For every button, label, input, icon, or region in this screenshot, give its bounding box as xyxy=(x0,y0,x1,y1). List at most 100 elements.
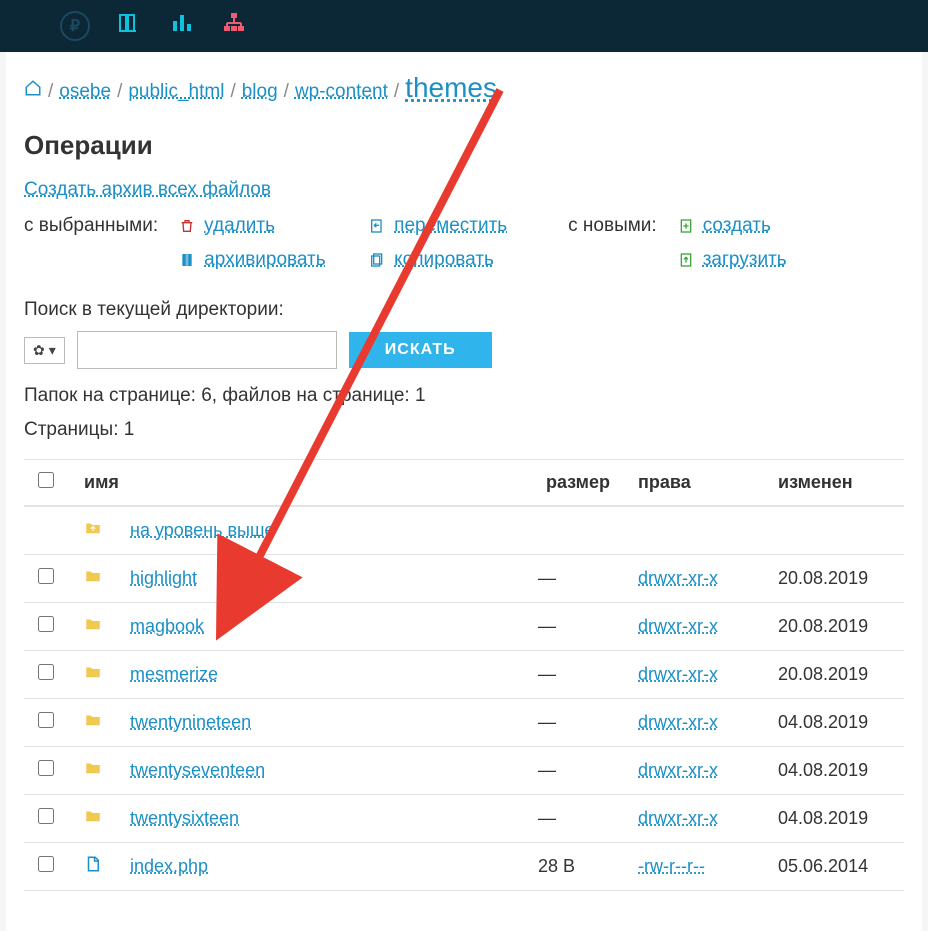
breadcrumb-link[interactable]: blog xyxy=(242,81,278,103)
folder-link[interactable]: magbook xyxy=(130,616,204,636)
row-date: 04.08.2019 xyxy=(764,699,904,747)
columns-icon[interactable] xyxy=(118,11,142,41)
breadcrumb-sep: / xyxy=(284,81,289,103)
breadcrumb-sep: / xyxy=(230,81,235,103)
folder-icon xyxy=(84,713,102,733)
row-checkbox[interactable] xyxy=(38,712,54,728)
row-checkbox[interactable] xyxy=(38,808,54,824)
row-checkbox[interactable] xyxy=(38,856,54,872)
ruble-icon[interactable]: ₽ xyxy=(60,11,90,41)
permissions-link[interactable]: drwxr-xr-x xyxy=(638,760,718,780)
with-selected-label: с выбранными: xyxy=(24,215,158,237)
upload-icon xyxy=(677,251,695,269)
row-size: — xyxy=(524,555,624,603)
folder-link[interactable]: mesmerize xyxy=(130,664,218,684)
search-options-button[interactable]: ✿ ▾ xyxy=(24,337,65,364)
row-checkbox[interactable] xyxy=(38,616,54,632)
pages-label: Страницы: 1 xyxy=(24,419,904,441)
row-size: — xyxy=(524,747,624,795)
table-row: twentynineteen — drwxr-xr-x 04.08.2019 xyxy=(24,699,904,747)
row-checkbox[interactable] xyxy=(38,568,54,584)
create-icon xyxy=(677,217,695,235)
col-name-header[interactable]: имя xyxy=(70,460,524,507)
main-panel: / osebe / public_html / blog / wp-conten… xyxy=(6,52,922,931)
table-row: index.php 28 B -rw-r--r-- 05.06.2014 xyxy=(24,843,904,891)
trash-icon xyxy=(178,217,196,235)
move-link[interactable]: переместить xyxy=(368,215,548,237)
upload-link[interactable]: загрузить xyxy=(677,249,787,271)
breadcrumb-link[interactable]: public_html xyxy=(128,81,224,103)
delete-link[interactable]: удалить xyxy=(178,215,348,237)
row-checkbox[interactable] xyxy=(38,664,54,680)
copy-icon xyxy=(368,251,386,269)
permissions-link[interactable]: drwxr-xr-x xyxy=(638,616,718,636)
file-table: имя размер права изменен на уровень выше… xyxy=(24,459,904,891)
file-icon xyxy=(84,857,102,877)
copy-link[interactable]: копировать xyxy=(368,249,548,271)
top-nav-bar: ₽ xyxy=(0,0,928,52)
breadcrumb-sep: / xyxy=(394,81,399,103)
row-date: 04.08.2019 xyxy=(764,747,904,795)
folder-link[interactable]: highlight xyxy=(130,568,197,588)
row-size: — xyxy=(524,795,624,843)
row-size: — xyxy=(524,651,624,699)
move-label: переместить xyxy=(394,215,507,237)
counts-label: Папок на странице: 6, файлов на странице… xyxy=(24,385,904,407)
permissions-link[interactable]: drwxr-xr-x xyxy=(638,712,718,732)
folder-icon xyxy=(84,617,102,637)
table-row: twentysixteen — drwxr-xr-x 04.08.2019 xyxy=(24,795,904,843)
archive-all-link[interactable]: Создать архив всех файлов xyxy=(24,179,271,201)
breadcrumb-sep: / xyxy=(117,81,122,103)
folder-icon xyxy=(84,761,102,781)
folder-icon xyxy=(84,569,102,589)
table-row: highlight — drwxr-xr-x 20.08.2019 xyxy=(24,555,904,603)
table-row: mesmerize — drwxr-xr-x 20.08.2019 xyxy=(24,651,904,699)
search-button[interactable]: ИСКАТЬ xyxy=(349,332,492,368)
archive-icon xyxy=(178,251,196,269)
permissions-link[interactable]: drwxr-xr-x xyxy=(638,808,718,828)
search-label: Поиск в текущей директории: xyxy=(24,299,904,321)
permissions-link[interactable]: drwxr-xr-x xyxy=(638,664,718,684)
permissions-link[interactable]: -rw-r--r-- xyxy=(638,856,705,876)
delete-label: удалить xyxy=(204,215,275,237)
row-checkbox[interactable] xyxy=(38,760,54,776)
bar-chart-icon[interactable] xyxy=(170,11,194,41)
home-icon[interactable] xyxy=(24,79,42,102)
folder-icon xyxy=(84,809,102,829)
breadcrumb-link[interactable]: osebe xyxy=(59,81,111,103)
col-perm-header[interactable]: права xyxy=(624,460,764,507)
upload-label: загрузить xyxy=(703,249,787,271)
create-link[interactable]: создать xyxy=(677,215,787,237)
folder-icon xyxy=(84,665,102,685)
breadcrumb-link[interactable]: wp-content xyxy=(295,81,388,103)
row-date: 20.08.2019 xyxy=(764,603,904,651)
folder-link[interactable]: twentysixteen xyxy=(130,808,239,828)
table-row: magbook—drwxr-xr-x20.08.2019 xyxy=(24,603,904,651)
row-size: 28 B xyxy=(524,843,624,891)
copy-label: копировать xyxy=(394,249,494,271)
create-label: создать xyxy=(703,215,771,237)
row-date: 20.08.2019 xyxy=(764,651,904,699)
permissions-link[interactable]: drwxr-xr-x xyxy=(638,568,718,588)
row-date: 04.08.2019 xyxy=(764,795,904,843)
folder-link[interactable]: twentynineteen xyxy=(130,712,251,732)
row-date: 05.06.2014 xyxy=(764,843,904,891)
breadcrumb: / osebe / public_html / blog / wp-conten… xyxy=(24,72,904,104)
file-link[interactable]: index.php xyxy=(130,856,208,876)
table-row: twentyseventeen — drwxr-xr-x 04.08.2019 xyxy=(24,747,904,795)
row-size: — xyxy=(524,699,624,747)
folder-link[interactable]: twentyseventeen xyxy=(130,760,265,780)
move-icon xyxy=(368,217,386,235)
col-date-header[interactable]: изменен xyxy=(764,460,904,507)
breadcrumb-current[interactable]: themes xyxy=(405,72,497,104)
row-date: 20.08.2019 xyxy=(764,555,904,603)
archive-label: архивировать xyxy=(204,249,326,271)
breadcrumb-sep: / xyxy=(48,81,53,103)
up-level-link[interactable]: на уровень выше xyxy=(130,520,274,540)
select-all-checkbox[interactable] xyxy=(38,472,54,488)
search-input[interactable] xyxy=(77,331,337,369)
up-level-row[interactable]: на уровень выше xyxy=(24,506,904,555)
sitemap-icon[interactable] xyxy=(222,11,246,41)
archive-link[interactable]: архивировать xyxy=(178,249,348,271)
page-title: Операции xyxy=(24,130,904,161)
